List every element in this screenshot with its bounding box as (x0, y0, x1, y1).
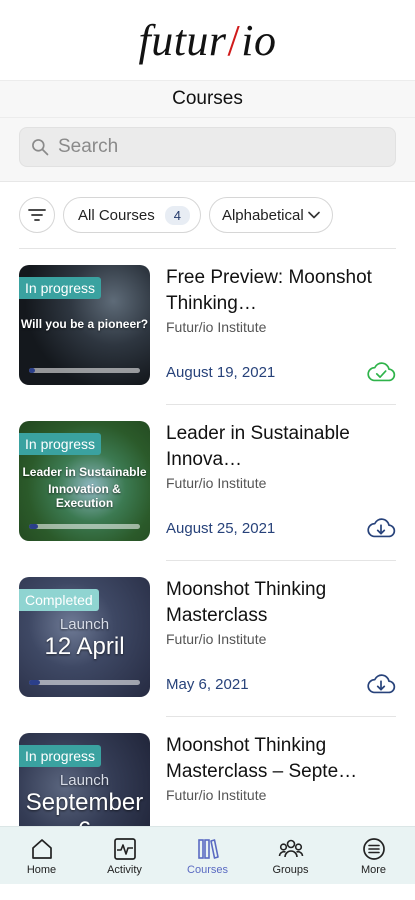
thumbnail-caption-line2: Innovation & Execution (48, 482, 121, 510)
status-badge: In progress (19, 745, 102, 767)
course-info: Moonshot Thinking Masterclass Futur/io I… (166, 577, 396, 697)
thumbnail-launch-label: Launch (59, 616, 110, 633)
course-list: In progress Will you be a pioneer? Free … (0, 249, 415, 872)
course-title: Free Preview: Moonshot Thinking… (166, 267, 372, 314)
course-title: Leader in Sustainable Innova… (166, 423, 350, 470)
nav-label: More (360, 863, 387, 876)
course-card[interactable]: In progress Will you be a pioneer? Free … (19, 249, 396, 404)
page-title: Courses (172, 88, 243, 109)
all-courses-pill[interactable]: All Courses 4 (63, 197, 201, 233)
progress-bar (29, 680, 140, 685)
thumbnail-launch-label: Launch (59, 772, 110, 789)
course-card[interactable]: In progress Leader in Sustainable Innova… (19, 405, 396, 560)
course-card[interactable]: Completed Launch 12 April Moonshot Think… (19, 561, 396, 716)
nav-groups[interactable]: Groups (256, 836, 326, 876)
filter-bar: All Courses 4 Alphabetical (0, 182, 415, 248)
course-date: May 6, 2021 (166, 676, 249, 693)
progress-bar (29, 368, 140, 373)
nav-more[interactable]: More (339, 836, 409, 876)
progress-fill (29, 368, 35, 373)
logo-bar: futur/io (0, 0, 415, 80)
course-date: August 19, 2021 (166, 364, 276, 381)
search-placeholder: Search (58, 136, 119, 157)
progress-fill (29, 524, 38, 529)
course-organization: Futur/io Institute (166, 787, 267, 803)
course-title: Moonshot Thinking Masterclass (166, 579, 327, 626)
books-icon (197, 838, 219, 859)
futurio-logo: futur/io (138, 15, 277, 65)
search-section: Search (0, 118, 415, 182)
nav-label: Courses (187, 863, 228, 876)
home-icon (31, 838, 52, 859)
status-badge: In progress (19, 433, 102, 455)
more-menu-icon (362, 837, 385, 860)
progress-fill (29, 680, 41, 685)
thumbnail-launch-date: 12 April (44, 633, 125, 660)
course-info: Free Preview: Moonshot Thinking… Futur/i… (166, 265, 396, 385)
search-input[interactable]: Search (19, 127, 396, 167)
course-thumbnail: Completed Launch 12 April (19, 577, 150, 697)
chevron-down-icon (307, 211, 320, 219)
progress-bar (29, 524, 140, 529)
course-organization: Futur/io Institute (166, 319, 267, 335)
course-organization: Futur/io Institute (166, 475, 267, 491)
nav-label: Activity (107, 863, 142, 876)
status-badge: In progress (19, 277, 102, 299)
all-courses-label: All Courses (78, 206, 155, 224)
nav-courses[interactable]: Courses (173, 836, 243, 876)
search-icon (32, 139, 49, 156)
thumbnail-caption: Will you be a pioneer? (20, 317, 149, 331)
activity-icon (113, 837, 136, 860)
nav-label: Home (26, 863, 57, 876)
system-bar-spacer (0, 884, 415, 900)
cloud-download-icon[interactable] (366, 515, 396, 541)
course-count-badge: 4 (164, 205, 190, 225)
nav-activity[interactable]: Activity (90, 836, 160, 876)
course-date: August 25, 2021 (166, 520, 276, 537)
nav-label: Groups (272, 863, 309, 876)
bottom-nav: Home Activity Courses Groups More (0, 826, 415, 884)
groups-icon (278, 839, 303, 857)
course-organization: Futur/io Institute (166, 631, 267, 647)
filter-lines-icon (28, 209, 46, 221)
filter-button[interactable] (19, 197, 55, 233)
course-thumbnail: In progress Leader in Sustainable Innova… (19, 421, 150, 541)
sort-label: Alphabetical (221, 206, 304, 224)
course-info: Leader in Sustainable Innova… Futur/io I… (166, 421, 396, 541)
cloud-download-icon[interactable] (366, 671, 396, 697)
status-badge: Completed (19, 589, 99, 611)
course-thumbnail: In progress Will you be a pioneer? (19, 265, 150, 385)
nav-home[interactable]: Home (7, 836, 77, 876)
page-title-bar: Courses (0, 80, 415, 118)
thumbnail-caption-line1: Leader in Sustainable (22, 465, 147, 479)
cloud-check-icon[interactable] (366, 359, 396, 385)
course-title: Moonshot Thinking Masterclass – Septe… (166, 735, 358, 782)
sort-dropdown[interactable]: Alphabetical (208, 197, 333, 233)
